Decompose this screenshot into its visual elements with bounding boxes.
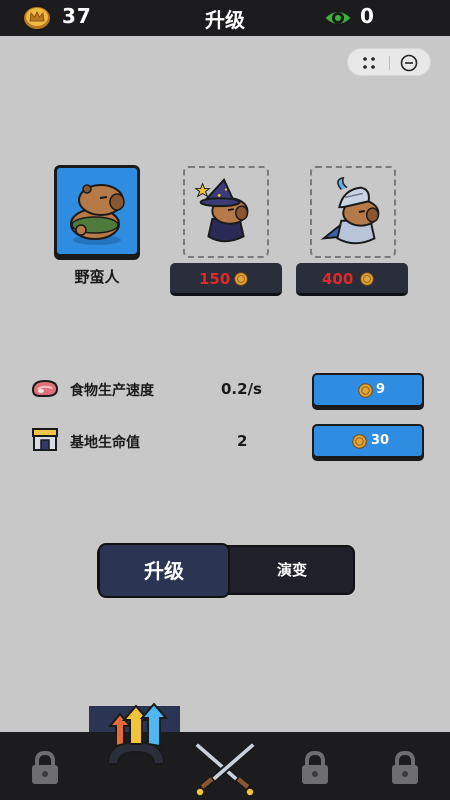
tab-upgrade[interactable]: 升级: [98, 543, 230, 598]
top-bar: 37 升级 0: [0, 0, 450, 36]
crossed-swords-icon: [192, 740, 258, 797]
character-card-knight[interactable]: [310, 166, 396, 258]
nav-slot-battle[interactable]: [180, 732, 270, 800]
stat-value-base-hp: 2: [237, 432, 248, 450]
capybara-wizard-icon: [194, 178, 249, 243]
more-dots-icon[interactable]: [362, 56, 376, 70]
page-title: 升级: [205, 8, 245, 32]
lock-icon: [32, 750, 58, 784]
upgrade-base-hp-button[interactable]: 30: [312, 424, 424, 458]
nav-slot-locked-3[interactable]: [360, 732, 450, 800]
upgrade-arrows-icon: [106, 702, 169, 765]
green-eye-icon: [322, 10, 354, 26]
lock-icon: [392, 750, 418, 784]
nav-slot-locked-2[interactable]: [270, 732, 360, 800]
coin-icon: [358, 383, 373, 398]
stat-label-food-rate: 食物生产速度: [70, 383, 154, 399]
coin-icon: [360, 272, 374, 286]
meat-icon: [31, 379, 59, 397]
cost-value: 30: [371, 433, 390, 448]
stat-value-food-rate: 0.2/s: [221, 380, 262, 398]
nav-slot-locked-1[interactable]: [0, 732, 90, 800]
coin-icon: [234, 272, 248, 286]
capybara-barbarian-icon: [70, 184, 125, 245]
mini-program-capsule: [347, 48, 431, 76]
unlock-price-knight[interactable]: 400: [296, 263, 408, 296]
lock-icon: [302, 750, 328, 784]
cost-value: 9: [376, 382, 386, 397]
character-card-barbarian[interactable]: [54, 165, 140, 257]
nav-slot-upgrade[interactable]: [90, 702, 180, 800]
price-value: 150: [199, 270, 231, 288]
capybara-knight-icon: [320, 176, 380, 245]
character-name-barbarian: 野蛮人: [74, 268, 120, 286]
bottom-nav: [0, 702, 450, 800]
price-value: 400: [322, 270, 354, 288]
capsule-divider: [389, 56, 390, 70]
coin-icon: [352, 434, 367, 449]
close-circle-icon[interactable]: [400, 54, 418, 72]
upgrade-food-rate-button[interactable]: 9: [312, 373, 424, 407]
base-tower-icon: [32, 428, 58, 451]
character-card-wizard[interactable]: [183, 166, 269, 258]
tab-evolve[interactable]: 演变: [232, 545, 352, 595]
gem-count: 0: [360, 4, 374, 28]
unlock-price-wizard[interactable]: 150: [170, 263, 282, 296]
stat-label-base-hp: 基地生命值: [70, 435, 140, 451]
